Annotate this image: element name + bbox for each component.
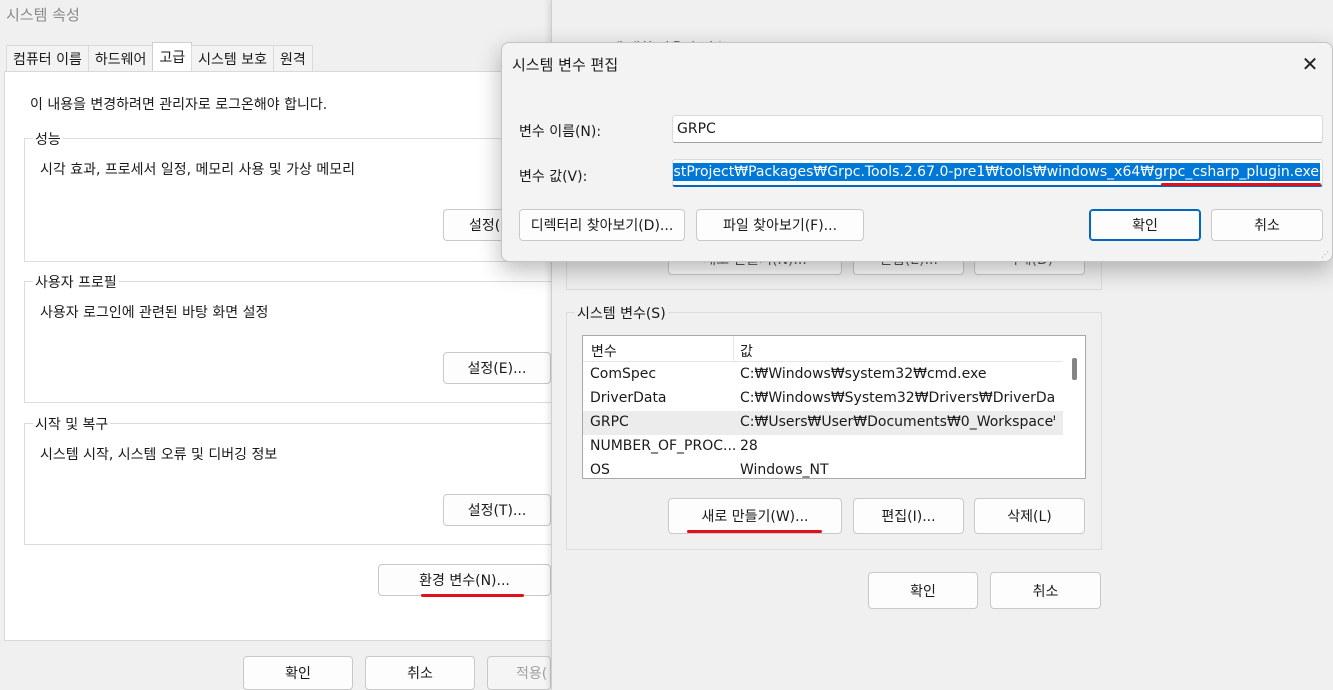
dialog-title: 시스템 변수 편집 (512, 56, 619, 74)
tab-hardware[interactable]: 하드웨어 (87, 45, 154, 71)
column-header-value[interactable]: 값 (740, 341, 753, 361)
list-scrollbar[interactable] (1065, 336, 1085, 478)
edit-system-variable-dialog: 시스템 변수 편집 ✕ 변수 이름(N): GRPC 변수 값(V): est₩… (501, 42, 1333, 262)
user-profiles-settings-button[interactable]: 설정(E)... (443, 352, 551, 384)
table-row[interactable]: OS Windows_NT (583, 459, 1063, 478)
browse-file-button[interactable]: 파일 찾아보기(F)... (696, 209, 864, 241)
row-value: Windows_NT (740, 462, 829, 478)
row-value: C:₩Users₩User₩Documents₩0_Workspace₩... (740, 414, 1055, 430)
dialog-cancel-button[interactable]: 취소 (1211, 209, 1323, 241)
row-value: C:₩Windows₩system32₩cmd.exe (740, 366, 987, 382)
scrollbar-thumb[interactable] (1072, 358, 1077, 380)
sysprops-apply-button[interactable]: 적용( (487, 656, 551, 690)
performance-label: 성능 (33, 129, 63, 149)
performance-desc: 시각 효과, 프로세서 일정, 메모리 사용 및 가상 메모리 (40, 162, 355, 178)
startup-recovery-settings-button[interactable]: 설정(T)... (443, 494, 551, 526)
startup-recovery-label: 시작 및 복구 (33, 414, 111, 434)
startup-recovery-group: 시작 및 복구 시스템 시작, 시스템 오류 및 디버깅 정보 (24, 414, 564, 545)
user-profiles-group: 사용자 프로필 사용자 로그인에 관련된 바탕 화면 설정 (24, 272, 564, 403)
tab-system-protection[interactable]: 시스템 보호 (191, 45, 275, 71)
system-new-button[interactable]: 새로 만들기(W)... (668, 498, 842, 534)
row-name: GRPC (590, 414, 629, 430)
tab-computer-name[interactable]: 컴퓨터 이름 (6, 45, 89, 71)
sysprops-cancel-button[interactable]: 취소 (365, 656, 475, 690)
row-name: ComSpec (590, 366, 657, 382)
browse-directory-button[interactable]: 디렉터리 찾아보기(D)... (519, 209, 685, 241)
row-value: 28 (740, 438, 758, 454)
system-variables-list[interactable]: 변수 값 ComSpec C:₩Windows₩system32₩cmd.exe… (582, 335, 1086, 479)
row-value: C:₩Windows₩System32₩Drivers₩DriverData (740, 390, 1055, 406)
tab-remote[interactable]: 원격 (273, 45, 313, 71)
column-separator[interactable] (733, 336, 734, 362)
annotation-underline-env (421, 594, 524, 597)
annotation-underline-plugin (1161, 183, 1321, 186)
table-row[interactable]: ComSpec C:₩Windows₩system32₩cmd.exe (583, 363, 1063, 387)
dialog-ok-button[interactable]: 확인 (1089, 209, 1201, 241)
envvars-ok-button[interactable]: 확인 (868, 572, 978, 609)
admin-note: 이 내용을 변경하려면 관리자로 로그온해야 합니다. (30, 97, 328, 113)
variable-name-field[interactable]: GRPC (672, 115, 1323, 143)
window-title: 시스템 속성 (6, 6, 80, 24)
system-variables-label: 시스템 변수(S) (575, 303, 668, 323)
annotation-underline-new (687, 530, 822, 533)
environment-variables-button[interactable]: 환경 변수(N)... (378, 564, 551, 596)
user-profiles-desc: 사용자 로그인에 관련된 바탕 화면 설정 (40, 305, 269, 321)
system-edit-button[interactable]: 편집(I)... (853, 498, 964, 534)
tab-advanced[interactable]: 고급 (152, 42, 193, 71)
sysprops-ok-button[interactable]: 확인 (243, 656, 353, 690)
performance-group: 성능 시각 효과, 프로세서 일정, 메모리 사용 및 가상 메모리 (24, 129, 564, 262)
startup-recovery-desc: 시스템 시작, 시스템 오류 및 디버깅 정보 (40, 447, 278, 463)
list-header: 변수 값 (583, 336, 1063, 362)
resize-grip-icon[interactable]: ⋰ (1321, 250, 1329, 259)
variable-value-label: 변수 값(V): (519, 169, 588, 185)
variable-name-label: 변수 이름(N): (519, 124, 602, 140)
table-row[interactable]: NUMBER_OF_PROC... 28 (583, 435, 1063, 459)
selected-value-text: est₩TestProject₩Packages₩Grpc.Tools.2.67… (673, 163, 1320, 181)
close-icon[interactable]: ✕ (1298, 53, 1322, 77)
table-row[interactable]: DriverData C:₩Windows₩System32₩Drivers₩D… (583, 387, 1063, 411)
row-name: DriverData (590, 390, 667, 406)
system-delete-button[interactable]: 삭제(L) (974, 498, 1085, 534)
system-properties-window: 시스템 속성 컴퓨터 이름 하드웨어 고급 시스템 보호 원격 이 내용을 변경… (0, 0, 564, 690)
table-row-selected[interactable]: GRPC C:₩Users₩User₩Documents₩0_Workspace… (583, 411, 1063, 435)
row-name: OS (590, 462, 610, 478)
tab-bar: 컴퓨터 이름 하드웨어 고급 시스템 보호 원격 (6, 42, 313, 71)
user-profiles-label: 사용자 프로필 (33, 272, 119, 292)
row-name: NUMBER_OF_PROC... (590, 438, 735, 454)
column-header-variable[interactable]: 변수 (591, 341, 617, 361)
envvars-cancel-button[interactable]: 취소 (990, 572, 1101, 609)
